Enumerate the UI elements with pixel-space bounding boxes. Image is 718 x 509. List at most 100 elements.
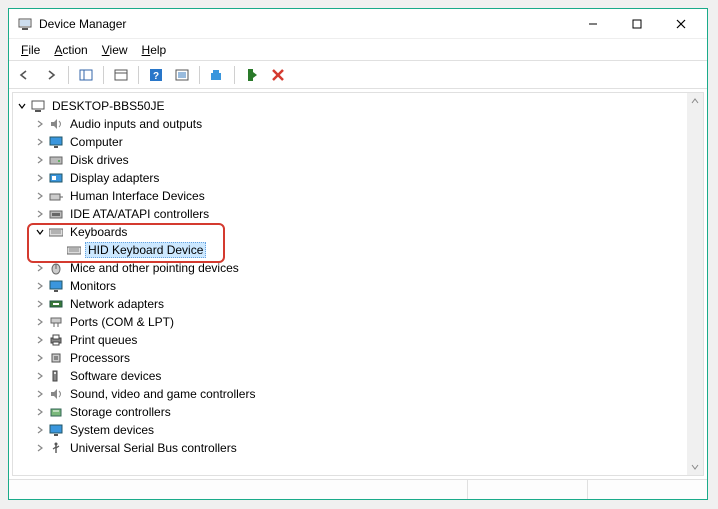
system-icon	[48, 422, 64, 438]
chevron-right-icon[interactable]	[33, 189, 47, 203]
tree-label[interactable]: IDE ATA/ATAPI controllers	[67, 206, 212, 222]
tree-item-keyboards[interactable]: Keyboards	[33, 223, 701, 241]
tree-label[interactable]: Universal Serial Bus controllers	[67, 440, 240, 456]
tree-label[interactable]: Keyboards	[67, 224, 130, 240]
update-driver-button[interactable]	[205, 64, 229, 86]
chevron-right-icon[interactable]	[33, 117, 47, 131]
toolbar-separator	[138, 66, 139, 84]
chevron-right-icon[interactable]	[33, 405, 47, 419]
scroll-track[interactable]	[687, 109, 703, 459]
menu-action[interactable]: Action	[48, 41, 93, 59]
tree-item-usb[interactable]: Universal Serial Bus controllers	[33, 439, 701, 457]
tree-label[interactable]: Monitors	[67, 278, 119, 294]
toolbar: ?	[9, 61, 707, 89]
hid-icon	[48, 188, 64, 204]
chevron-right-icon[interactable]	[33, 261, 47, 275]
speaker-icon	[48, 116, 64, 132]
chevron-down-icon[interactable]	[33, 225, 47, 239]
scan-button[interactable]	[170, 64, 194, 86]
computer-icon	[30, 98, 46, 114]
monitor-icon	[48, 134, 64, 150]
tree-item-network[interactable]: Network adapters	[33, 295, 701, 313]
chevron-right-icon[interactable]	[33, 351, 47, 365]
chevron-right-icon[interactable]	[33, 135, 47, 149]
chevron-right-icon[interactable]	[33, 369, 47, 383]
window-title: Device Manager	[39, 17, 571, 31]
chevron-right-icon[interactable]	[33, 153, 47, 167]
tree-label-selected[interactable]: HID Keyboard Device	[85, 242, 206, 258]
maximize-button[interactable]	[615, 10, 659, 38]
show-hide-tree-button[interactable]	[74, 64, 98, 86]
mouse-icon	[48, 260, 64, 276]
tree-item-monitors[interactable]: Monitors	[33, 277, 701, 295]
tree-label[interactable]: Network adapters	[67, 296, 167, 312]
chevron-right-icon[interactable]	[33, 441, 47, 455]
chevron-right-icon[interactable]	[33, 297, 47, 311]
tree-item-system[interactable]: System devices	[33, 421, 701, 439]
tree-label[interactable]: Computer	[67, 134, 126, 150]
tree-item-mice[interactable]: Mice and other pointing devices	[33, 259, 701, 277]
tree-label[interactable]: Processors	[67, 350, 133, 366]
tree-item-computer[interactable]: Computer	[33, 133, 701, 151]
properties-button[interactable]	[109, 64, 133, 86]
tree-label[interactable]: Display adapters	[67, 170, 162, 186]
help-button[interactable]: ?	[144, 64, 168, 86]
tree-label[interactable]: Audio inputs and outputs	[67, 116, 205, 132]
tree-item-ports[interactable]: Ports (COM & LPT)	[33, 313, 701, 331]
vertical-scrollbar[interactable]	[687, 93, 703, 475]
enable-device-button[interactable]	[240, 64, 264, 86]
minimize-button[interactable]	[571, 10, 615, 38]
tree-label[interactable]: Disk drives	[67, 152, 132, 168]
keyboard-icon	[48, 224, 64, 240]
scroll-up-arrow[interactable]	[687, 93, 703, 109]
chevron-right-icon[interactable]	[33, 279, 47, 293]
tree-item-processors[interactable]: Processors	[33, 349, 701, 367]
tree-label[interactable]: Human Interface Devices	[67, 188, 208, 204]
tree-item-disk[interactable]: Disk drives	[33, 151, 701, 169]
tree-item-audio[interactable]: Audio inputs and outputs	[33, 115, 701, 133]
device-tree[interactable]: DESKTOP-BBS50JE Audio inputs and outputs…	[12, 92, 704, 476]
tree-label[interactable]: Print queues	[67, 332, 140, 348]
tree-label[interactable]: Ports (COM & LPT)	[67, 314, 177, 330]
tree-item-sound[interactable]: Sound, video and game controllers	[33, 385, 701, 403]
svg-text:?: ?	[153, 71, 159, 82]
tree-label[interactable]: Storage controllers	[67, 404, 174, 420]
uninstall-device-button[interactable]	[266, 64, 290, 86]
menu-file[interactable]: File	[15, 41, 46, 59]
tree-root[interactable]: DESKTOP-BBS50JE	[15, 97, 701, 115]
cpu-icon	[48, 350, 64, 366]
scroll-down-arrow[interactable]	[687, 459, 703, 475]
tree-item-hid-keyboard[interactable]: HID Keyboard Device	[51, 241, 701, 259]
statusbar	[9, 479, 707, 499]
chevron-right-icon[interactable]	[33, 315, 47, 329]
toolbar-separator	[199, 66, 200, 84]
tree-item-storage[interactable]: Storage controllers	[33, 403, 701, 421]
printer-icon	[48, 332, 64, 348]
tree-label[interactable]: Mice and other pointing devices	[67, 260, 242, 276]
chevron-right-icon[interactable]	[33, 333, 47, 347]
chevron-right-icon[interactable]	[33, 423, 47, 437]
chevron-right-icon[interactable]	[33, 207, 47, 221]
tree-item-hid[interactable]: Human Interface Devices	[33, 187, 701, 205]
menu-view[interactable]: View	[96, 41, 134, 59]
toolbar-separator	[68, 66, 69, 84]
tree-label[interactable]: System devices	[67, 422, 157, 438]
tree-label[interactable]: DESKTOP-BBS50JE	[49, 98, 168, 114]
titlebar: Device Manager	[9, 9, 707, 39]
chevron-right-icon[interactable]	[33, 171, 47, 185]
tree-item-display[interactable]: Display adapters	[33, 169, 701, 187]
forward-button[interactable]	[39, 64, 63, 86]
window-controls	[571, 10, 703, 38]
tree-item-software[interactable]: Software devices	[33, 367, 701, 385]
close-button[interactable]	[659, 10, 703, 38]
tree-label[interactable]: Software devices	[67, 368, 164, 384]
back-button[interactable]	[13, 64, 37, 86]
ide-icon	[48, 206, 64, 222]
menu-help[interactable]: Help	[136, 41, 173, 59]
tree-item-ide[interactable]: IDE ATA/ATAPI controllers	[33, 205, 701, 223]
tree-label[interactable]: Sound, video and game controllers	[67, 386, 258, 402]
chevron-down-icon[interactable]	[15, 99, 29, 113]
tree-item-print[interactable]: Print queues	[33, 331, 701, 349]
toolbar-separator	[103, 66, 104, 84]
chevron-right-icon[interactable]	[33, 387, 47, 401]
